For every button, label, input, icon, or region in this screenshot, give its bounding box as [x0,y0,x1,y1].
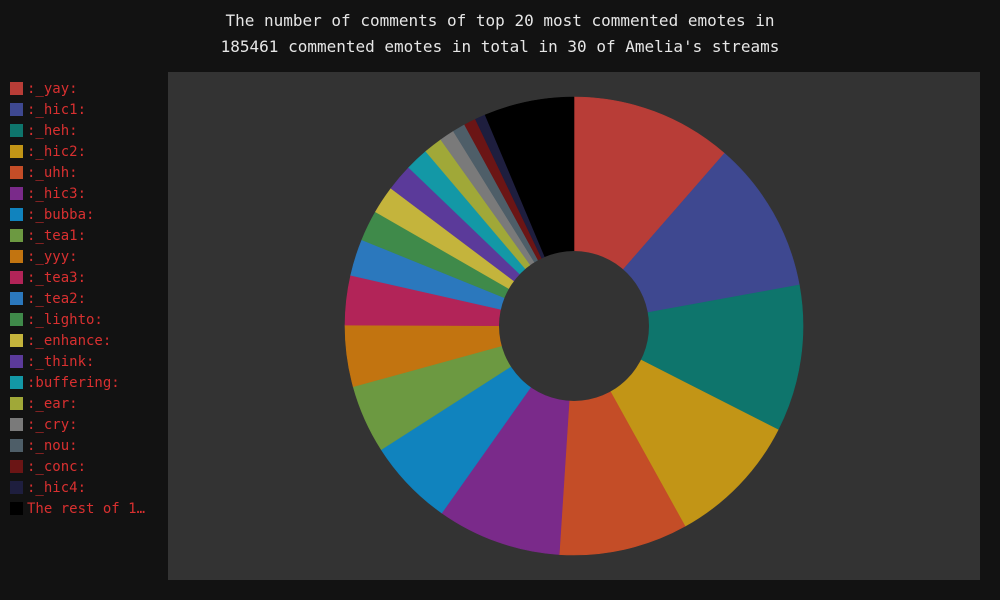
chart-title: The number of comments of top 20 most co… [0,8,1000,60]
legend-item[interactable]: :_cry: [10,414,160,435]
legend-item[interactable]: :_hic4: [10,477,160,498]
legend-label: The rest of 12… [27,500,149,517]
legend-swatch [10,103,23,116]
chart-title-line-1: The number of comments of top 20 most co… [225,11,775,30]
legend-item[interactable]: The rest of 12… [10,498,160,519]
legend-label: :_yyy: [27,248,78,265]
legend-swatch [10,502,23,515]
legend-swatch [10,376,23,389]
legend-label: :_nou: [27,437,78,454]
legend-swatch [10,418,23,431]
legend-label: :_tea3: [27,269,87,286]
legend-swatch [10,124,23,137]
legend-swatch [10,208,23,221]
legend-label: :_cry: [27,416,78,433]
legend-swatch [10,271,23,284]
legend-item[interactable]: :_heh: [10,120,160,141]
legend-item[interactable]: :_bubba: [10,204,160,225]
legend-label: :_ear: [27,395,78,412]
legend-label: :_lighto: [27,311,103,328]
legend-swatch [10,481,23,494]
legend-swatch [10,397,23,410]
legend-swatch [10,229,23,242]
legend-label: :_conc: [27,458,87,475]
legend-label: :_hic2: [27,143,87,160]
legend-swatch [10,187,23,200]
legend-swatch [10,355,23,368]
legend-item[interactable]: :_uhh: [10,162,160,183]
legend-item[interactable]: :_enhance: [10,330,160,351]
legend-swatch [10,460,23,473]
legend-item[interactable]: :buffering: [10,372,160,393]
legend-item[interactable]: :_lighto: [10,309,160,330]
chart-legend: :_yay::_hic1::_heh::_hic2::_uhh::_hic3::… [10,78,160,519]
legend-swatch [10,82,23,95]
legend-label: :_enhance: [27,332,112,349]
legend-label: :_hic4: [27,479,87,496]
legend-swatch [10,292,23,305]
legend-item[interactable]: :_hic3: [10,183,160,204]
legend-label: :_yay: [27,80,78,97]
legend-label: :_hic3: [27,185,87,202]
legend-item[interactable]: :_tea2: [10,288,160,309]
donut-hole [499,251,649,401]
legend-swatch [10,250,23,263]
legend-label: :_tea1: [27,227,87,244]
legend-swatch [10,145,23,158]
legend-swatch [10,313,23,326]
legend-item[interactable]: :_tea3: [10,267,160,288]
legend-label: :_bubba: [27,206,95,223]
legend-swatch [10,439,23,452]
legend-label: :_think: [27,353,95,370]
legend-label: :buffering: [27,374,120,391]
legend-label: :_heh: [27,122,78,139]
chart-title-line-2: 185461 commented emotes in total in 30 o… [220,37,780,56]
plot-area [168,72,980,580]
legend-item[interactable]: :_hic1: [10,99,160,120]
legend-label: :_tea2: [27,290,87,307]
legend-item[interactable]: :_yay: [10,78,160,99]
legend-item[interactable]: :_tea1: [10,225,160,246]
legend-item[interactable]: :_nou: [10,435,160,456]
legend-item[interactable]: :_yyy: [10,246,160,267]
legend-swatch [10,334,23,347]
legend-label: :_hic1: [27,101,87,118]
legend-label: :_uhh: [27,164,78,181]
legend-item[interactable]: :_hic2: [10,141,160,162]
legend-swatch [10,166,23,179]
legend-item[interactable]: :_think: [10,351,160,372]
donut-chart [344,96,804,556]
legend-item[interactable]: :_ear: [10,393,160,414]
legend-item[interactable]: :_conc: [10,456,160,477]
